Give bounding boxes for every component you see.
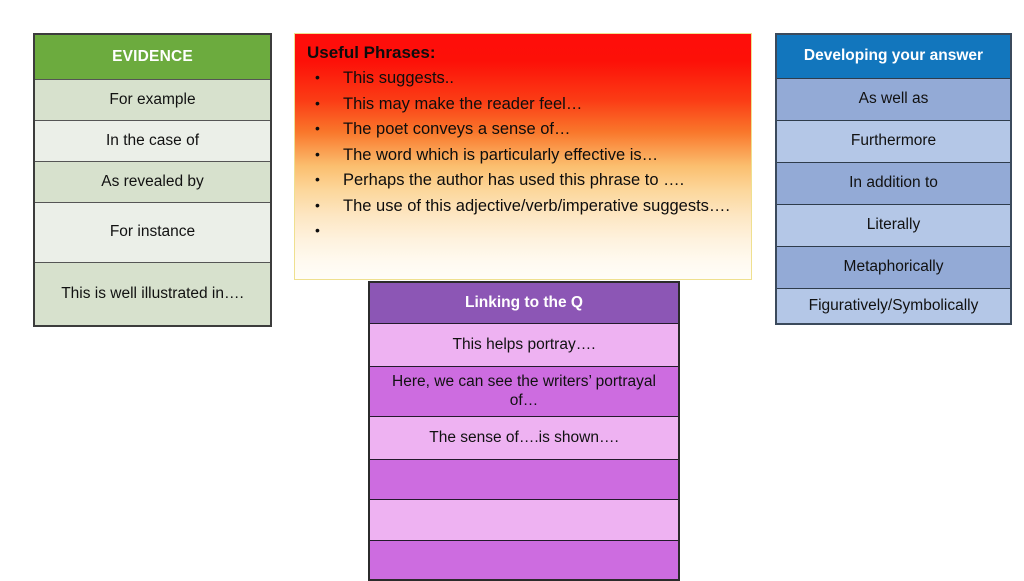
table-row: Metaphorically xyxy=(777,246,1010,288)
table-row: In addition to xyxy=(777,162,1010,204)
useful-phrases-title: Useful Phrases: xyxy=(307,43,436,62)
evidence-table: EVIDENCE For example In the case of As r… xyxy=(33,33,272,327)
slide-canvas: EVIDENCE For example In the case of As r… xyxy=(0,0,1024,581)
table-row-empty xyxy=(370,459,678,499)
bullet-icon: • xyxy=(315,145,320,162)
linking-to-the-q-table: Linking to the Q This helps portray…. He… xyxy=(368,281,680,581)
developing-your-answer-table: Developing your answer As well as Furthe… xyxy=(775,33,1012,325)
list-item: • This suggests.. xyxy=(307,66,741,92)
table-row: Literally xyxy=(777,204,1010,246)
developing-table-header: Developing your answer xyxy=(777,35,1010,78)
table-row: Furthermore xyxy=(777,120,1010,162)
table-row: As well as xyxy=(777,78,1010,120)
list-item: • This may make the reader feel… xyxy=(307,92,741,118)
table-row-empty xyxy=(370,499,678,540)
linking-table-header: Linking to the Q xyxy=(370,283,678,323)
list-item: • The poet conveys a sense of… xyxy=(307,117,741,143)
table-row: In the case of xyxy=(35,120,270,161)
evidence-table-header: EVIDENCE xyxy=(35,35,270,79)
table-row: For example xyxy=(35,79,270,120)
useful-phrases-list: • This suggests.. • This may make the re… xyxy=(307,66,741,239)
table-row-empty xyxy=(370,540,678,579)
list-item-empty: • xyxy=(307,219,741,239)
bullet-icon: • xyxy=(315,196,320,213)
table-row: Figuratively/Symbolically xyxy=(777,288,1010,323)
table-row: For instance xyxy=(35,202,270,262)
list-item: • The use of this adjective/verb/imperat… xyxy=(307,194,741,220)
bullet-icon: • xyxy=(315,171,320,188)
table-row: The sense of….is shown…. xyxy=(370,416,678,459)
bullet-icon: • xyxy=(315,222,320,239)
list-item: • The word which is particularly effecti… xyxy=(307,143,741,169)
table-row: This is well illustrated in…. xyxy=(35,262,270,325)
table-row: As revealed by xyxy=(35,161,270,202)
table-row: Here, we can see the writers’ portrayal … xyxy=(370,366,678,416)
bullet-icon: • xyxy=(315,94,320,111)
table-row: This helps portray…. xyxy=(370,323,678,366)
bullet-icon: • xyxy=(315,120,320,137)
useful-phrases-panel: Useful Phrases: • This suggests.. • This… xyxy=(294,33,752,280)
list-item: • Perhaps the author has used this phras… xyxy=(307,168,741,194)
bullet-icon: • xyxy=(315,68,320,85)
